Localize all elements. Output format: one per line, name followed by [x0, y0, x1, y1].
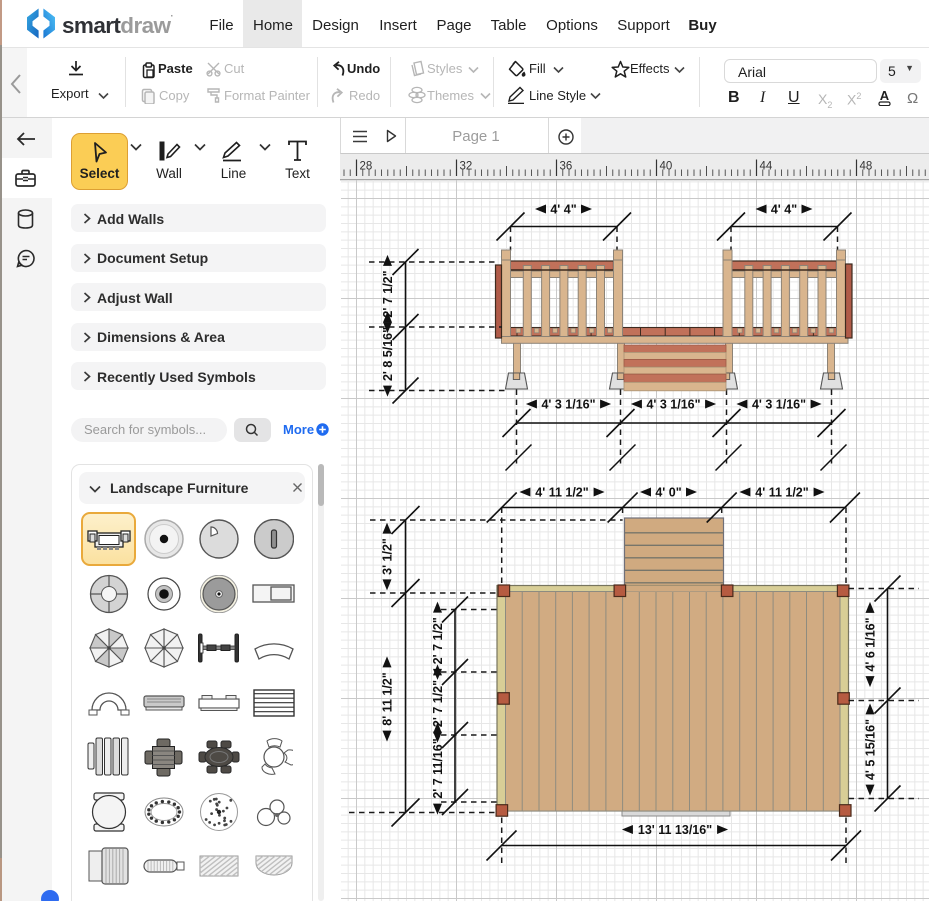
svg-text:32: 32: [460, 160, 473, 172]
svg-text:13' 11 13/16": 13' 11 13/16": [638, 823, 712, 837]
svg-text:4' 3 1/16": 4' 3 1/16": [646, 397, 700, 411]
svg-text:2' 7 1/2": 2' 7 1/2": [431, 679, 445, 726]
svg-text:4' 3 1/16": 4' 3 1/16": [541, 397, 595, 411]
svg-text:40: 40: [660, 160, 673, 172]
svg-text:4' 11 1/2": 4' 11 1/2": [535, 485, 588, 499]
svg-text:4' 4": 4' 4": [771, 202, 797, 216]
svg-text:36: 36: [560, 160, 573, 172]
svg-text:2' 7 11/16": 2' 7 11/16": [431, 738, 445, 798]
svg-text:28: 28: [360, 160, 373, 172]
svg-text:44: 44: [760, 160, 773, 172]
svg-text:2' 8 5/16": 2' 8 5/16": [381, 326, 395, 380]
svg-text:2' 7 1/2": 2' 7 1/2": [381, 270, 395, 317]
svg-text:4' 3 1/16": 4' 3 1/16": [752, 397, 806, 411]
svg-text:4' 11 1/2": 4' 11 1/2": [755, 485, 808, 499]
svg-text:2' 7 1/2": 2' 7 1/2": [431, 617, 445, 664]
svg-text:A: A: [880, 89, 890, 103]
svg-text:3' 1/2": 3' 1/2": [381, 538, 395, 575]
svg-text:4' 0": 4' 0": [655, 485, 681, 499]
svg-text:8' 11 1/2": 8' 11 1/2": [381, 672, 395, 725]
svg-text:4' 5 15/16": 4' 5 15/16": [864, 718, 878, 779]
svg-text:48: 48: [860, 160, 873, 172]
svg-text:4' 4": 4' 4": [550, 202, 576, 216]
svg-text:4' 6 1/16": 4' 6 1/16": [864, 617, 878, 671]
